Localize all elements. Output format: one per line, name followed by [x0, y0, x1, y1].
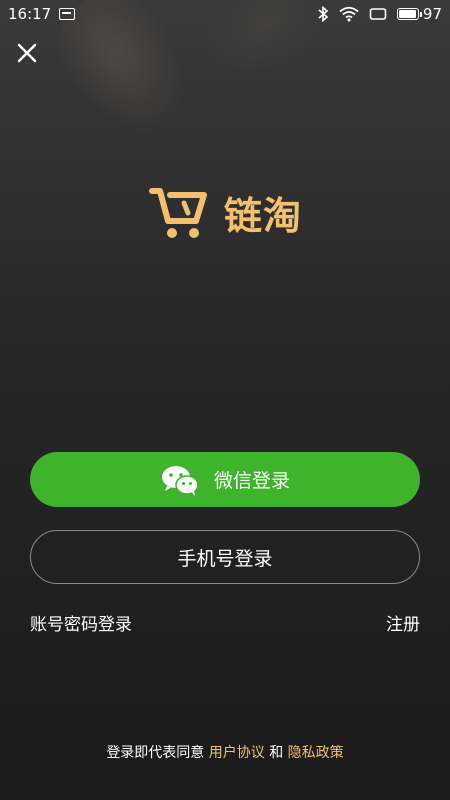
- status-time: 16:17: [8, 5, 52, 23]
- user-agreement-link[interactable]: 用户协议: [209, 745, 265, 761]
- register-link[interactable]: 注册: [386, 610, 420, 635]
- app-logo: 链淘: [0, 180, 450, 244]
- battery-fill: [398, 10, 417, 18]
- notification-icon: [59, 8, 76, 20]
- status-left: 16:17: [8, 5, 76, 23]
- logo-text: 链淘: [223, 193, 302, 238]
- agreement-prefix: 登录即代表同意: [106, 745, 205, 761]
- privacy-policy-link[interactable]: 隐私政策: [288, 745, 344, 761]
- screen-rotate-icon: [369, 8, 387, 20]
- phone-login-button[interactable]: 手机号登录: [30, 530, 420, 584]
- battery-icon: [396, 8, 422, 20]
- status-right: 97: [317, 5, 442, 23]
- close-icon: [17, 43, 37, 63]
- wifi-icon: [339, 6, 359, 22]
- phone-login-label: 手机号登录: [177, 547, 273, 570]
- bluetooth-icon: [318, 6, 329, 22]
- status-bar: 16:17 97: [0, 0, 450, 28]
- password-login-link[interactable]: 账号密码登录: [30, 610, 132, 635]
- wechat-login-button[interactable]: 微信登录: [30, 452, 420, 507]
- close-button[interactable]: [12, 38, 42, 68]
- wechat-icon: [161, 465, 199, 496]
- battery: 97: [396, 5, 442, 23]
- cart-logo-icon: [148, 188, 207, 238]
- agreement-conjunction: 和: [269, 745, 284, 761]
- wechat-login-label: 微信登录: [213, 470, 290, 492]
- agreement-text: 登录即代表同意 用户协议 和 隐私政策: [0, 742, 450, 762]
- battery-level: 97: [422, 5, 442, 23]
